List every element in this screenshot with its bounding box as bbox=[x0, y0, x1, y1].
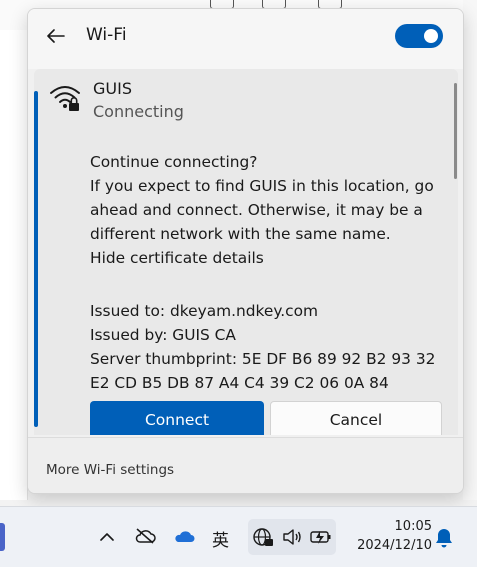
hide-certificate-details-link[interactable]: Hide certificate details bbox=[90, 246, 264, 270]
network-name: GUIS bbox=[93, 79, 132, 98]
clock-button[interactable]: 10:05 2024/12/10 bbox=[346, 517, 432, 555]
pinned-app-icon[interactable] bbox=[0, 523, 5, 551]
cert-issued-to: Issued to: dkeyam.ndkey.com bbox=[90, 302, 319, 320]
vpn-globe-icon bbox=[253, 528, 273, 546]
flyout-footer: More Wi-Fi settings bbox=[28, 437, 463, 493]
cancel-button[interactable]: Cancel bbox=[270, 401, 442, 435]
cloud-offline-icon bbox=[135, 528, 156, 544]
show-hidden-icons-button[interactable] bbox=[95, 524, 119, 548]
wifi-flyout: Wi-Fi GUIS Connecting Continue connectin… bbox=[27, 8, 464, 494]
back-button[interactable] bbox=[42, 23, 70, 49]
flyout-header: Wi-Fi bbox=[28, 9, 463, 69]
connect-button[interactable]: Connect bbox=[90, 401, 264, 435]
clock-time: 10:05 bbox=[394, 519, 432, 534]
cert-thumbprint: Server thumbprint: 5E DF B6 89 92 B2 93 … bbox=[90, 350, 436, 368]
network-card: GUIS Connecting Continue connecting? If … bbox=[34, 69, 458, 435]
tray-onedrive-button[interactable] bbox=[172, 524, 196, 548]
prompt-line: ahead and connect. Otherwise, it may be … bbox=[90, 201, 423, 219]
quick-settings-button[interactable] bbox=[248, 519, 336, 555]
notification-bell-icon[interactable] bbox=[434, 527, 454, 549]
arrow-left-icon bbox=[47, 29, 65, 43]
toggle-knob bbox=[424, 29, 438, 43]
onedrive-icon bbox=[175, 531, 195, 542]
speaker-icon bbox=[283, 529, 301, 545]
secured-wifi-icon bbox=[50, 86, 80, 111]
background-app-pane bbox=[0, 30, 28, 500]
tray-cloud-button[interactable] bbox=[133, 524, 157, 548]
background-app-edge bbox=[463, 0, 477, 500]
prompt-line: If you expect to find GUIS in this locat… bbox=[90, 177, 434, 195]
taskbar: 英 10:05 2024/12/10 bbox=[0, 506, 477, 567]
more-wifi-settings-link[interactable]: More Wi-Fi settings bbox=[46, 462, 174, 478]
cert-thumbprint-cont: E2 CD B5 DB 87 A4 C4 39 C2 06 0A 84 bbox=[90, 374, 389, 392]
wifi-toggle[interactable] bbox=[395, 24, 443, 48]
prompt-line: different network with the same name. bbox=[90, 225, 391, 243]
battery-charging-icon bbox=[310, 531, 331, 544]
selection-accent-bar bbox=[34, 91, 38, 427]
flyout-title: Wi-Fi bbox=[86, 25, 127, 45]
prompt-line: Continue connecting? bbox=[90, 153, 258, 171]
input-method-indicator[interactable]: 英 bbox=[212, 526, 229, 551]
clock-date: 2024/12/10 bbox=[357, 538, 432, 553]
chevron-up-icon bbox=[100, 532, 114, 541]
network-status: Connecting bbox=[93, 102, 184, 121]
cert-issued-by: Issued by: GUIS CA bbox=[90, 326, 236, 344]
scrollbar-thumb[interactable] bbox=[454, 83, 457, 179]
